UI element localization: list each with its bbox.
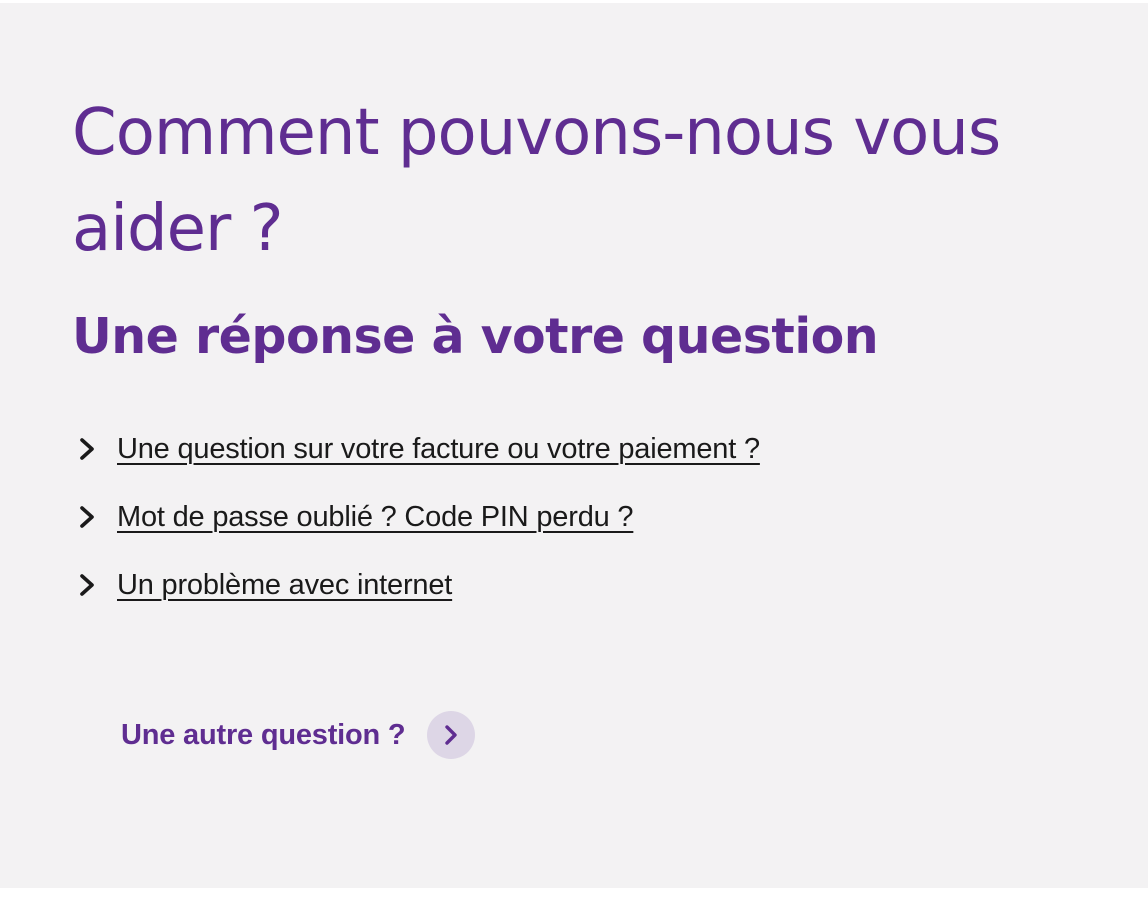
other-question-button[interactable] xyxy=(427,711,476,759)
page-title: Comment pouvons-nous vous aider ? xyxy=(72,96,1001,266)
other-question-label[interactable]: Une autre question ? xyxy=(121,719,406,752)
faq-list: Une question sur votre facture ou votre … xyxy=(76,423,760,627)
chevron-right-icon xyxy=(76,506,98,528)
chevron-right-icon xyxy=(443,725,459,745)
faq-link-billing[interactable]: Une question sur votre facture ou votre … xyxy=(117,433,760,466)
section-subtitle: Une réponse à votre question xyxy=(72,308,879,365)
faq-item-password[interactable]: Mot de passe oublié ? Code PIN perdu ? xyxy=(76,491,760,543)
chevron-right-icon xyxy=(76,438,98,460)
other-question-link[interactable]: Une autre question ? xyxy=(121,711,476,759)
faq-item-billing[interactable]: Une question sur votre facture ou votre … xyxy=(76,423,760,475)
help-section: Comment pouvons-nous vous aider ? Une ré… xyxy=(0,3,1148,888)
faq-link-internet[interactable]: Un problème avec internet xyxy=(117,569,452,602)
faq-link-password[interactable]: Mot de passe oublié ? Code PIN perdu ? xyxy=(117,501,634,534)
faq-item-internet[interactable]: Un problème avec internet xyxy=(76,559,760,611)
chevron-right-icon xyxy=(76,574,98,596)
